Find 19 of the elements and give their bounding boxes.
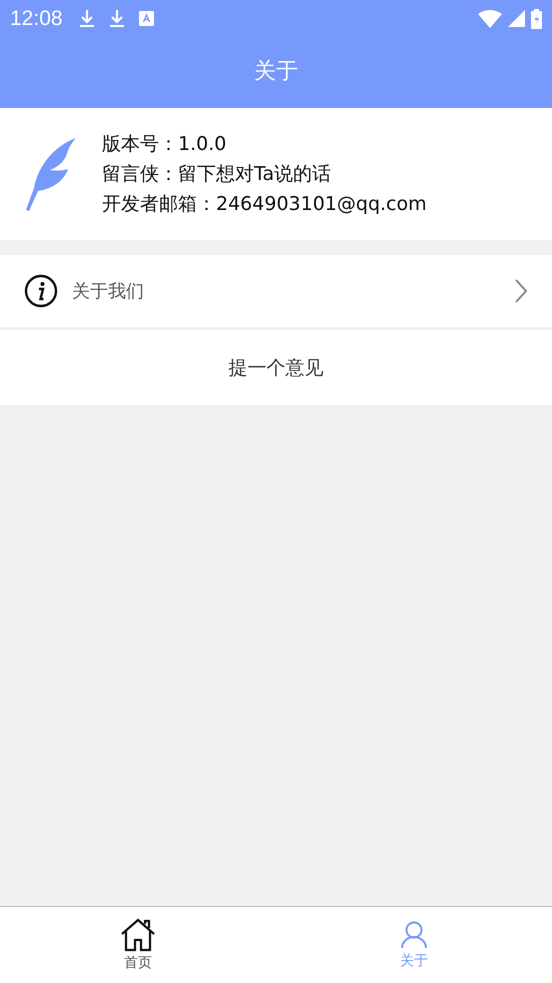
- about-us-item[interactable]: 关于我们: [0, 255, 552, 327]
- chevron-right-icon: [514, 278, 528, 304]
- battery-icon: [531, 8, 542, 28]
- info-text: 开发者邮箱：2464903101@qq.com: [102, 192, 427, 217]
- user-icon: [399, 920, 429, 950]
- download-icon: [108, 8, 125, 28]
- status-time: 12:08: [10, 6, 63, 30]
- info-text: 留言侠：留下想对Ta说的话: [102, 162, 332, 187]
- signal-icon: [508, 10, 525, 27]
- feedback-button[interactable]: 提一个意见: [0, 330, 552, 405]
- header-title: 关于: [254, 58, 298, 86]
- home-icon: [120, 918, 156, 952]
- feather-icon: [24, 136, 78, 212]
- notification-icon: [138, 11, 154, 26]
- tab-item[interactable]: 首页: [0, 907, 276, 983]
- info-icon: [24, 274, 58, 308]
- download-icon: [78, 8, 95, 28]
- wifi-icon: [478, 10, 502, 28]
- info-text: 版本号：1.0.0: [102, 132, 228, 157]
